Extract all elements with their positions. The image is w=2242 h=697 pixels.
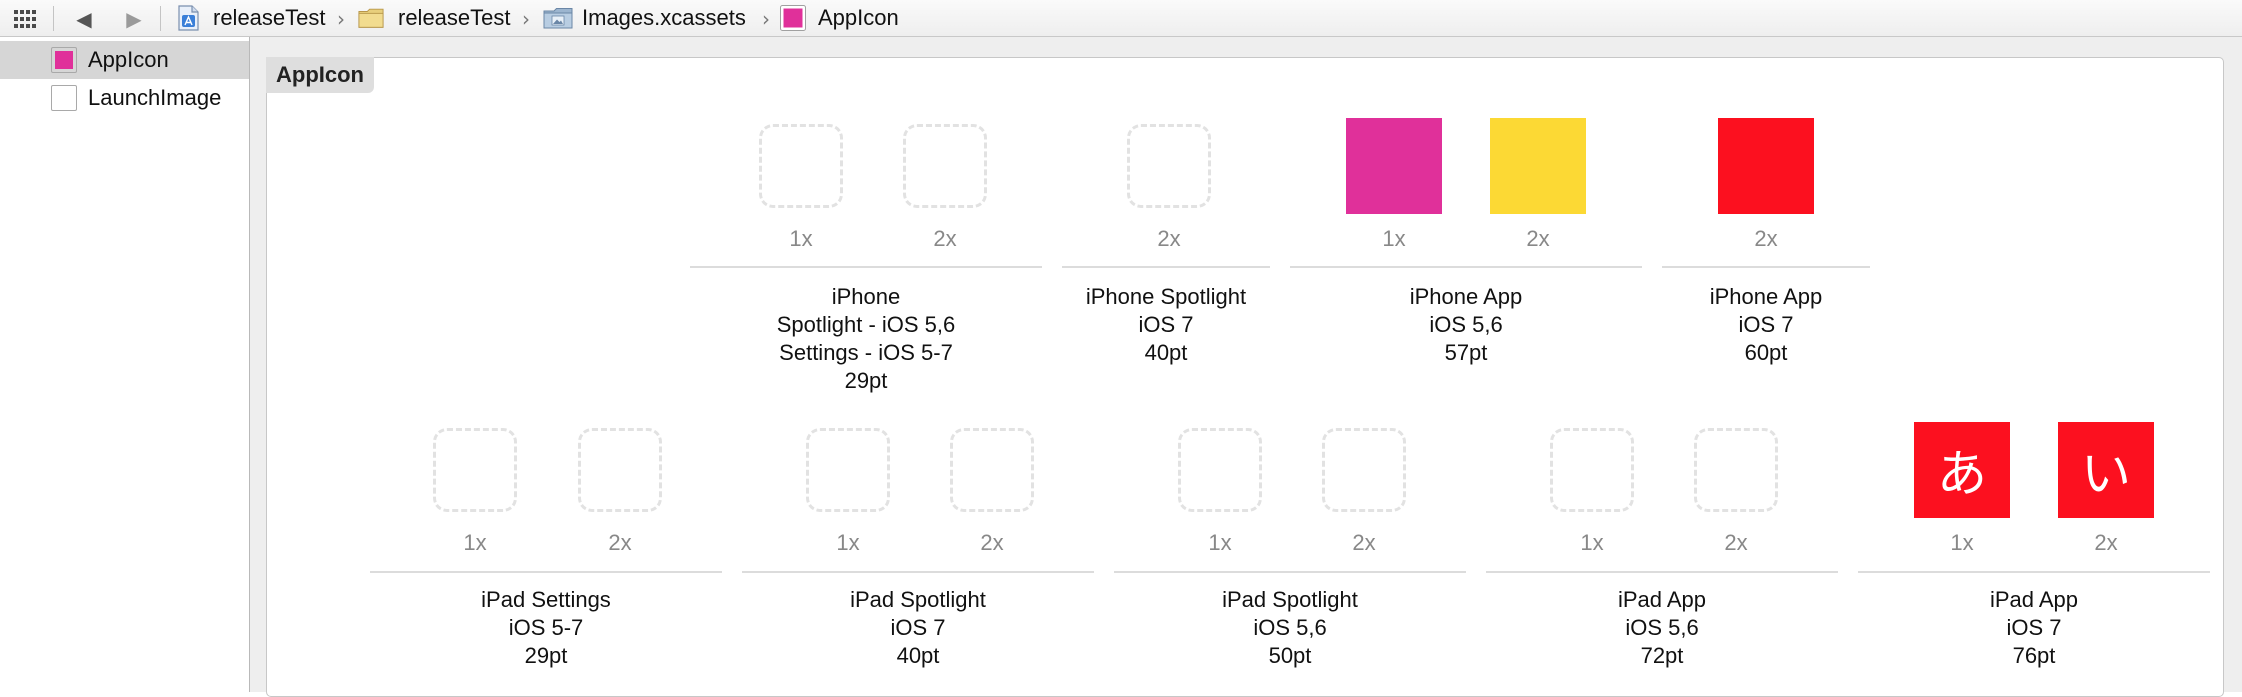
jumpbar-divider [53,6,54,31]
scale-label: 1x [1950,530,1974,555]
group-divider [1062,266,1270,268]
asset-list-item-launchimage[interactable]: LaunchImage [0,79,249,117]
breadcrumb-label: releaseTest [213,5,326,30]
scale-label: 2x [1724,530,1748,555]
icon-group-label-line: iOS 7 [2006,615,2062,640]
scale-label: 2x [980,530,1004,555]
empty-icon-well[interactable] [433,428,517,512]
icon-group-label-line: iPad Spotlight [850,587,986,612]
scale-label: 2x [933,226,957,251]
folder-icon [358,8,384,28]
icon-group-label-line: iOS 7 [890,615,946,640]
chevron-right-icon: › [337,7,345,31]
scale-label: 2x [1526,226,1550,251]
group-divider [1662,266,1870,268]
icon-group-label-line: iOS 5,6 [1625,615,1699,640]
scale-label: 1x [789,226,813,251]
icon-group-label-line: 50pt [1268,643,1312,668]
scale-label: 2x [608,530,632,555]
group-divider [690,266,1042,268]
launchimage-swatch-icon [51,85,77,111]
icon-glyph: い [2081,445,2131,503]
appicon-swatch-icon [780,5,806,31]
icon-group-label-line: 76pt [2012,643,2056,668]
chevron-right-icon: › [522,7,530,31]
scale-label: 1x [1382,226,1406,251]
icon-group-label-line: 72pt [1640,643,1684,668]
icon-group-label: iPhone App iOS 7 60pt [1566,283,1966,367]
icon-image-well[interactable]: あ [1914,422,2010,518]
icon-group-label-line: iOS 7 [1738,312,1794,337]
group-divider [370,571,722,573]
group-divider [1858,571,2210,573]
icon-group-label-line: iOS 5-7 [508,615,584,640]
asset-list-sidebar: AppIcon LaunchImage [0,37,250,692]
jumpbar-divider [160,6,161,31]
breadcrumb-label: Images.xcassets [582,5,746,30]
icon-group-label-line: iPhone App [1709,284,1823,309]
icon-group-label-line: iOS 5,6 [1253,615,1327,640]
group-divider [1290,266,1642,268]
appicon-swatch-icon [51,47,77,73]
scale-label: 2x [1157,226,1181,251]
empty-icon-well[interactable] [950,428,1034,512]
icon-group-label-line: iPad App [1989,587,2079,612]
scale-label: 2x [1352,530,1376,555]
icon-group-label-line: 29pt [844,368,888,393]
xcode-project-icon [178,5,199,31]
empty-icon-well[interactable] [1127,124,1211,208]
icon-group-label-line: iPad Spotlight [1222,587,1358,612]
empty-icon-well[interactable] [578,428,662,512]
icon-group-label: iPad Settings iOS 5-7 29pt [346,586,746,670]
icon-image-well[interactable] [1718,118,1814,214]
icon-group-label-line: 29pt [524,643,568,668]
scale-label: 1x [1580,530,1604,555]
asset-list-item-appicon[interactable]: AppIcon [0,41,249,79]
empty-icon-well[interactable] [903,124,987,208]
icon-group-label: iPad Spotlight iOS 7 40pt [718,586,1118,670]
icon-group-label: iPad Spotlight iOS 5,6 50pt [1090,586,1490,670]
asset-list-item-label: AppIcon [88,47,169,72]
empty-icon-well[interactable] [1550,428,1634,512]
icon-group-label: iPad App iOS 7 76pt [1834,586,2234,670]
related-items-grid-icon[interactable] [14,10,36,28]
chevron-right-icon: › [762,7,770,31]
group-divider [1114,571,1466,573]
jump-bar: ◀ ▶ releaseTest › releaseTest › Images.x… [0,0,2242,37]
icon-group-label: iPad App iOS 5,6 72pt [1462,586,1862,670]
scale-label: 1x [463,530,487,555]
back-arrow-icon[interactable]: ◀ [72,8,96,30]
empty-icon-well[interactable] [1322,428,1406,512]
icon-group-label-line: iPad Settings [481,587,611,612]
breadcrumb-label: AppIcon [818,5,899,30]
scale-label: 2x [2094,530,2118,555]
icon-group-label-line: 40pt [896,643,940,668]
forward-arrow-icon[interactable]: ▶ [122,8,146,30]
panel-title: AppIcon [266,57,374,93]
icon-group-label-line: 60pt [1744,340,1788,365]
icon-group-label-line: iPad App [1617,587,1707,612]
group-divider [742,571,1094,573]
icon-glyph: あ [1937,445,1987,503]
scale-label: 1x [836,530,860,555]
empty-icon-well[interactable] [759,124,843,208]
empty-icon-well[interactable] [1178,428,1262,512]
icon-image-well[interactable]: い [2058,422,2154,518]
asset-list-item-label: LaunchImage [88,85,222,110]
scale-label: 2x [1754,226,1778,251]
scale-label: 1x [1208,530,1232,555]
icon-image-well[interactable] [1346,118,1442,214]
breadcrumb-label: releaseTest [398,5,511,30]
empty-icon-well[interactable] [1694,428,1778,512]
icon-image-well[interactable] [1490,118,1586,214]
empty-icon-well[interactable] [806,428,890,512]
group-divider [1486,571,1838,573]
asset-catalog-folder-icon [543,8,573,29]
